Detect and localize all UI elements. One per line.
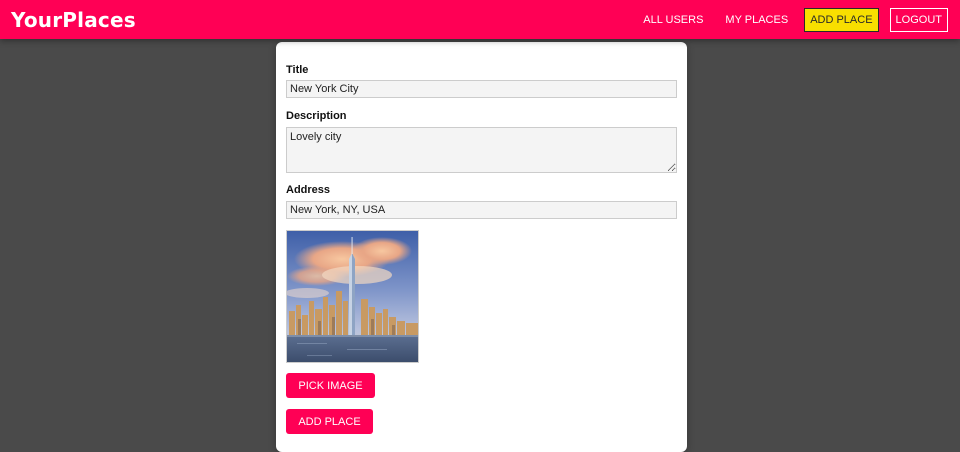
nav-link-all-users[interactable]: ALL USERS bbox=[643, 10, 703, 30]
description-label: Description bbox=[286, 110, 347, 122]
pick-image-button[interactable]: PICK IMAGE bbox=[286, 373, 375, 398]
add-place-submit-button[interactable]: ADD PLACE bbox=[286, 409, 373, 434]
new-place-form: Title Description Lovely city Address bbox=[276, 42, 687, 452]
address-input[interactable] bbox=[286, 201, 677, 219]
new-york-skyline-photo-icon bbox=[287, 231, 418, 362]
nav-link-my-places[interactable]: MY PLACES bbox=[725, 10, 788, 30]
address-label: Address bbox=[286, 184, 331, 196]
nav-link-add-place[interactable]: ADD PLACE bbox=[804, 7, 879, 32]
description-textarea[interactable]: Lovely city bbox=[286, 127, 677, 173]
main-header: YourPlaces ALL USERS MY PLACES ADD PLACE… bbox=[0, 0, 960, 39]
main-navigation: ALL USERS MY PLACES ADD PLACE LOGOUT bbox=[643, 0, 948, 39]
title-input[interactable] bbox=[286, 80, 677, 98]
logout-button[interactable]: LOGOUT bbox=[889, 7, 948, 32]
image-preview bbox=[286, 230, 419, 363]
title-label: Title bbox=[286, 64, 309, 76]
brand-logo-link[interactable]: YourPlaces bbox=[11, 8, 136, 32]
